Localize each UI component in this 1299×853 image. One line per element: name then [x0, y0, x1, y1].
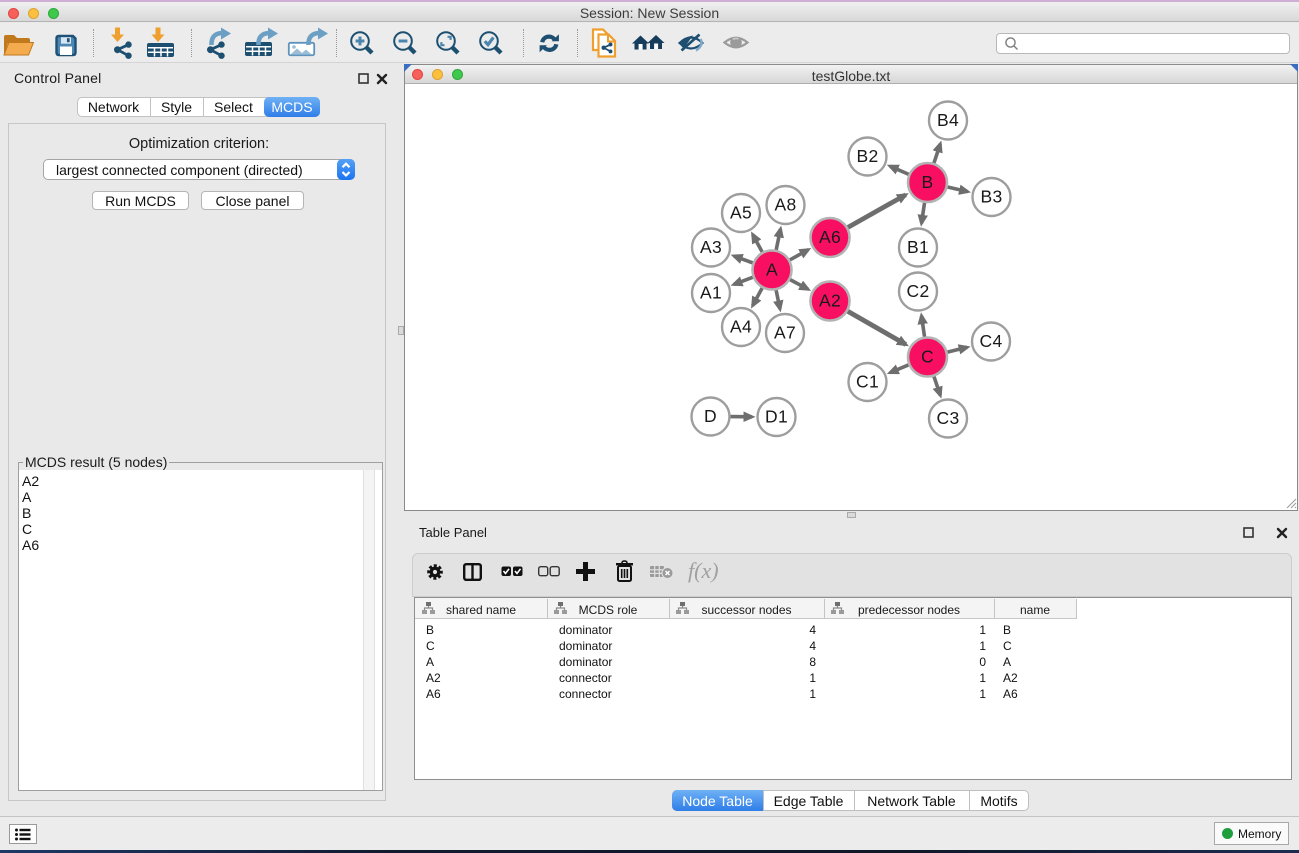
svg-text:B: B: [922, 172, 934, 192]
svg-text:B1: B1: [907, 237, 929, 257]
svg-text:A6: A6: [819, 227, 841, 247]
svg-text:B3: B3: [980, 187, 1002, 207]
svg-text:A2: A2: [819, 291, 841, 311]
svg-text:A1: A1: [700, 283, 722, 303]
svg-text:D: D: [704, 406, 717, 426]
svg-text:C: C: [921, 347, 934, 367]
svg-text:A7: A7: [774, 323, 796, 343]
svg-text:A5: A5: [730, 203, 752, 223]
svg-text:D1: D1: [765, 407, 788, 427]
svg-text:A: A: [766, 260, 778, 280]
svg-text:A4: A4: [730, 317, 752, 337]
svg-text:C3: C3: [937, 408, 960, 428]
svg-text:B4: B4: [937, 110, 959, 130]
svg-text:C1: C1: [856, 372, 879, 392]
svg-text:C2: C2: [907, 281, 930, 301]
svg-text:A3: A3: [700, 237, 722, 257]
svg-text:C4: C4: [980, 331, 1003, 351]
svg-text:A8: A8: [774, 195, 796, 215]
svg-text:B2: B2: [856, 146, 878, 166]
